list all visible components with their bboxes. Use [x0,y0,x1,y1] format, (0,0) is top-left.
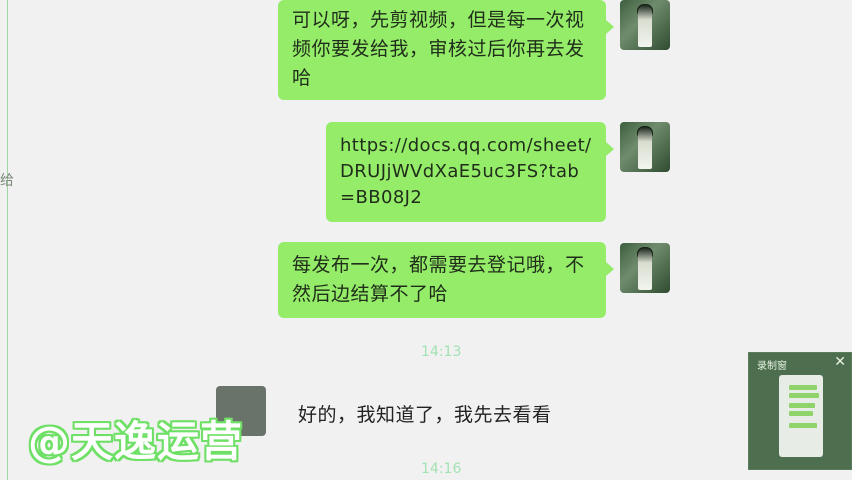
reply-message: 好的，我知道了，我先去看看 [298,404,552,426]
avatar-1[interactable] [620,0,670,50]
timestamp-2: 14:16 [421,461,462,477]
left-edge-text: 给 [0,173,14,189]
message-link-text[interactable]: https://docs.qq.com/sheet/DRUJjWVdXaE5uc… [340,135,592,208]
mini-screen-thumbnail [779,375,823,457]
message-bubble-3[interactable]: 每发布一次，都需要去登记哦，不然后边结算不了哈 [278,242,614,318]
avatar-3[interactable] [620,243,670,293]
message-text-3: 每发布一次，都需要去登记哦，不然后边结算不了哈 [292,254,585,305]
avatar-2[interactable] [620,122,670,172]
message-bubble-link[interactable]: https://docs.qq.com/sheet/DRUJjWVdXaE5uc… [326,122,614,222]
message-text-1: 可以呀，先剪视频，但是每一次视频你要发给我，审核过后你再去发哈 [292,9,585,89]
timestamp-1: 14:13 [421,344,462,360]
close-icon[interactable]: ✕ [834,354,846,370]
mini-window-title: 录制窗 [757,361,787,372]
watermark: @天逸运营 [28,417,244,466]
mini-preview-window[interactable]: 录制窗 ✕ [748,352,852,470]
window-left-border [7,0,8,480]
message-bubble-1[interactable]: 可以呀，先剪视频，但是每一次视频你要发给我，审核过后你再去发哈 [278,0,614,100]
